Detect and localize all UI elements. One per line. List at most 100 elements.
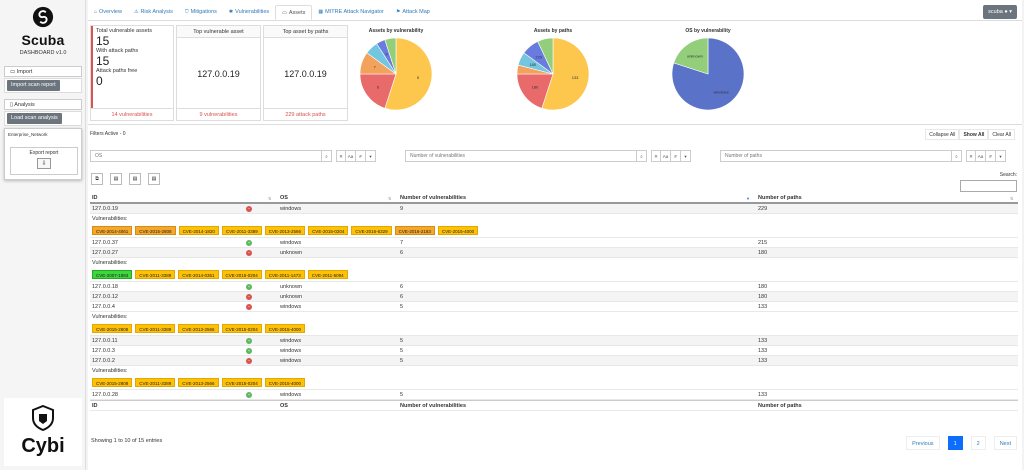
cve-badge[interactable]: CVE-2013-2566 [264,226,306,235]
cve-badge[interactable]: CVE-2015-0204 [308,226,349,235]
search-icon[interactable]: ⌕ [322,150,332,162]
page-1-button[interactable]: 1 [947,436,963,450]
user-menu-button[interactable]: scuba ● ▾ [983,5,1017,19]
paths-filter-input[interactable]: Number of paths [720,150,952,162]
show-all-button[interactable]: Show All [959,129,989,140]
table-row[interactable]: 127.0.0.18 unknown 6 180 + [90,282,1018,292]
table-row[interactable]: 127.0.0.3 windows 5 133 + [90,346,1018,356]
regex-icon[interactable]: # [356,150,366,162]
cve-badge[interactable]: CVE-2013-2566 [178,324,219,333]
export-report-button[interactable]: ⇩ [37,158,51,169]
table-row[interactable]: 127.0.0.11 windows 5 133 + [90,336,1018,346]
cve-badge[interactable]: CVE-2014-1820 [178,226,219,235]
clear-icon[interactable]: ✕ [336,150,346,162]
tab-mitre-attack-navigator[interactable]: ▦ MITRE Attack Navigator [312,5,389,20]
previous-page-button[interactable]: Previous [906,436,940,450]
status-minus-icon[interactable]: − [246,358,252,364]
sort-icon[interactable]: ⇅ [268,193,271,204]
status-plus-icon[interactable]: + [246,240,252,246]
cve-badge[interactable]: CVE-2011-1473 [264,270,305,279]
case-icon[interactable]: Aa [976,150,986,162]
cve-badge[interactable]: CVE-2016-6329 [351,226,392,235]
analysis-heading[interactable]: ▯ Analysis [4,99,82,110]
table-row[interactable]: 127.0.0.19 windows 9 229 − [90,204,1018,214]
table-row[interactable]: 127.0.0.4 windows 5 133 − [90,302,1018,312]
status-minus-icon[interactable]: − [246,250,252,256]
csv-icon[interactable]: ▤ [110,173,122,185]
table-row[interactable]: 127.0.0.37 windows 7 215 + [90,238,1018,248]
collapse-all-button[interactable]: Collapse All [925,129,960,140]
cve-badge[interactable]: CVE-2015-0204 [221,270,262,279]
regex-icon[interactable]: # [986,150,996,162]
status-plus-icon[interactable]: + [246,284,252,290]
dropdown-icon[interactable]: ▾ [996,150,1006,162]
cve-badge[interactable]: CVE-2011-5094 [307,270,348,279]
cve-badge[interactable]: CVE-2015-2808 [92,324,133,333]
status-plus-icon[interactable]: + [246,348,252,354]
cve-badge[interactable]: CVE-2014-0351 [178,270,219,279]
tab-risk-analysis[interactable]: ⚠ Risk Analysis [128,5,179,20]
regex-icon[interactable]: # [671,150,681,162]
column-header[interactable]: Number of vulnerabilities [400,193,466,204]
page-2-button[interactable]: 2 [970,436,986,450]
cve-badge[interactable]: CVE-2015-4000 [264,378,306,387]
sort-icon[interactable]: ▼ [746,193,750,204]
cve-badge[interactable]: CVE-2016-2183 [394,226,435,235]
sort-icon[interactable]: ⇅ [388,193,391,204]
cve-badge[interactable]: CVE-2011-3389 [135,270,176,279]
table-row[interactable]: 127.0.0.28 windows 5 133 + [90,390,1018,400]
import-scan-report-button[interactable]: Import scan report [7,80,60,91]
search-icon[interactable]: ⌕ [952,150,962,162]
dropdown-icon[interactable]: ▾ [366,150,376,162]
pdf-icon[interactable]: ▤ [148,173,160,185]
cve-badge[interactable]: CVE-2015-4000 [437,226,479,235]
cve-badge[interactable]: CVE-2015-0204 [221,324,262,333]
search-icon[interactable]: ⌕ [637,150,647,162]
status-minus-icon[interactable]: − [246,304,252,310]
import-heading[interactable]: ▭ Import [4,66,82,77]
status-minus-icon[interactable]: − [246,294,252,300]
sort-icon[interactable]: ⇅ [1010,193,1013,204]
load-scan-analysis-button[interactable]: Load scan analysis [7,113,62,124]
vuln-filter-input[interactable]: Number of vulnerabilities [405,150,637,162]
tab-mitigations[interactable]: ⛉ Mitigations [179,5,223,20]
case-icon[interactable]: Aa [661,150,671,162]
cve-badge[interactable]: CVE-2007-1883 [92,270,133,279]
table-row[interactable]: 127.0.0.2 windows 5 133 − [90,356,1018,366]
tab-overview[interactable]: ⌂ Overview [88,5,128,20]
top-vulnerable-footer[interactable]: 9 vulnerabilities [177,108,260,120]
os-filter-input[interactable]: OS [90,150,322,162]
cell-vulns: 5 [400,338,404,344]
cve-badge[interactable]: CVE-2015-2808 [135,226,176,235]
tab-attack-map[interactable]: ⚑ Attack Map [390,5,436,20]
tab-assets[interactable]: ▭ Assets [275,5,313,20]
cve-badge[interactable]: CVE-2011-3389 [135,378,176,387]
cve-badge[interactable]: CVE-2015-2808 [92,378,133,387]
clear-icon[interactable]: ✕ [651,150,661,162]
copy-icon[interactable]: ⧉ [91,173,103,185]
cve-badge[interactable]: CVE-2015-4000 [264,324,306,333]
cve-badge[interactable]: CVE-2011-3389 [135,324,176,333]
next-page-button[interactable]: Next [993,436,1017,450]
cve-badge[interactable]: CVE-2014-4061 [92,226,133,235]
column-header[interactable]: OS [280,193,288,204]
dropdown-icon[interactable]: ▾ [681,150,691,162]
search-input[interactable] [960,180,1017,192]
case-icon[interactable]: Aa [346,150,356,162]
status-minus-icon[interactable]: − [246,206,252,212]
excel-icon[interactable]: ▤ [129,173,141,185]
column-header[interactable]: Number of paths [758,193,802,204]
table-row[interactable]: 127.0.0.12 unknown 6 180 − [90,292,1018,302]
clear-icon[interactable]: ✕ [966,150,976,162]
clear-all-button[interactable]: Clear All [988,129,1015,140]
vulnerabilities-count[interactable]: 14 vulnerabilities [91,108,173,120]
cve-badge[interactable]: CVE-2015-0204 [221,378,262,387]
status-plus-icon[interactable]: + [246,392,252,398]
cve-badge[interactable]: CVE-2013-2566 [178,378,219,387]
column-header[interactable]: ID [92,193,98,204]
status-plus-icon[interactable]: + [246,338,252,344]
top-paths-footer[interactable]: 229 attack paths [264,108,347,120]
tab-vulnerabilities[interactable]: ✱ Vulnerabilities [223,5,275,20]
table-row[interactable]: 127.0.0.27 unknown 6 180 − [90,248,1018,258]
cve-badge[interactable]: CVE-2011-3389 [221,226,262,235]
